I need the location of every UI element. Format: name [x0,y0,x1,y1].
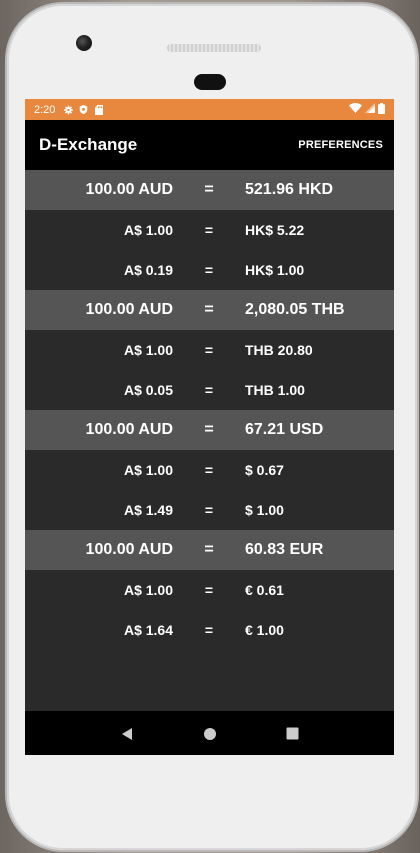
rate-row: A$ 1.64 = € 1.00 [25,610,394,650]
rate-group-hkd: 100.00 AUD = 521.96 HKD A$ 1.00 = HK$ 5.… [25,170,394,290]
base-amount: 100.00 AUD [85,421,173,438]
home-icon[interactable] [200,724,220,744]
wifi-icon [349,103,362,116]
converted-amount: € 0.61 [245,582,284,598]
base-amount: 100.00 AUD [85,301,173,318]
equals-sign: = [204,342,214,358]
equals-sign: = [204,301,214,318]
rate-header-row: 100.00 AUD = 67.21 USD [25,410,394,450]
preferences-button[interactable]: PREFERENCES [298,139,383,151]
converted-amount: 60.83 EUR [245,541,324,558]
equals-sign: = [204,462,214,478]
base-amount: A$ 1.00 [123,462,173,478]
sd-card-icon [94,104,103,115]
earpiece [194,74,226,90]
rate-row: A$ 1.00 = HK$ 5.22 [25,210,394,250]
base-amount: A$ 1.00 [123,582,173,598]
nav-bar [25,712,394,755]
base-amount: A$ 1.49 [123,502,173,518]
device-screen: 2:20 D-Exchange PREFERENCES 100.00 AUD =… [25,99,394,755]
rate-row: A$ 0.19 = HK$ 1.00 [25,250,394,290]
rate-group-usd: 100.00 AUD = 67.21 USD A$ 1.00 = $ 0.67 … [25,410,394,530]
battery-icon [378,102,385,117]
converted-amount: $ 1.00 [245,502,284,518]
equals-sign: = [204,502,214,518]
converted-amount: 2,080.05 THB [245,301,345,318]
rate-header-row: 100.00 AUD = 521.96 HKD [25,170,394,210]
rate-row: A$ 1.49 = $ 1.00 [25,490,394,530]
equals-sign: = [204,421,214,438]
status-bar: 2:20 [25,99,394,120]
back-icon[interactable] [117,724,137,744]
base-amount: A$ 0.05 [123,382,173,398]
speaker-grille [167,44,261,52]
equals-sign: = [204,541,214,558]
base-amount: A$ 1.00 [123,342,173,358]
converted-amount: 67.21 USD [245,421,324,438]
rate-group-eur: 100.00 AUD = 60.83 EUR A$ 1.00 = € 0.61 … [25,530,394,650]
rate-group-thb: 100.00 AUD = 2,080.05 THB A$ 1.00 = THB … [25,290,394,410]
converted-amount: 521.96 HKD [245,181,334,198]
equals-sign: = [204,222,214,238]
app-title: D-Exchange [39,135,138,154]
converted-amount: HK$ 1.00 [245,262,305,278]
converted-amount: € 1.00 [245,622,284,638]
rate-header-row: 100.00 AUD = 60.83 EUR [25,530,394,570]
recents-icon[interactable] [283,724,303,744]
shield-icon [79,105,88,114]
converted-amount: HK$ 5.22 [245,222,305,238]
rate-header-row: 100.00 AUD = 2,080.05 THB [25,290,394,330]
base-amount: A$ 1.00 [123,222,173,238]
equals-sign: = [204,262,214,278]
rate-row: A$ 1.00 = € 0.61 [25,570,394,610]
equals-sign: = [204,382,214,398]
rate-row: A$ 1.00 = $ 0.67 [25,450,394,490]
settings-icon [64,105,74,114]
rate-row: A$ 0.05 = THB 1.00 [25,370,394,410]
equals-sign: = [204,622,214,638]
base-amount: 100.00 AUD [85,181,173,198]
status-time: 2:20 [34,103,56,116]
equals-sign: = [204,582,214,598]
camera-icon [76,35,92,51]
converted-amount: THB 1.00 [245,382,305,398]
app-bar: D-Exchange PREFERENCES [25,120,394,170]
converted-amount: THB 20.80 [245,342,313,358]
base-amount: A$ 1.64 [123,622,173,638]
rate-row: A$ 1.00 = THB 20.80 [25,330,394,370]
equals-sign: = [204,181,214,198]
signal-icon [365,103,375,116]
converted-amount: $ 0.67 [245,462,284,478]
base-amount: A$ 0.19 [123,262,173,278]
base-amount: 100.00 AUD [85,541,173,558]
rates-list: 100.00 AUD = 521.96 HKD A$ 1.00 = HK$ 5.… [25,170,394,711]
